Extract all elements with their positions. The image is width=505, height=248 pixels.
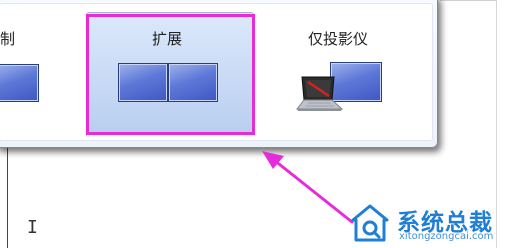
selection-highlight-box xyxy=(86,14,255,135)
page-edge-top xyxy=(440,0,497,1)
page-edge xyxy=(496,0,497,248)
document-edge xyxy=(7,148,8,248)
laptop-off-icon xyxy=(296,76,344,111)
option-projector-only-label: 仅投影仪 xyxy=(308,31,369,48)
option-duplicate-label: 制 xyxy=(0,31,16,48)
duplicate-monitor-icon xyxy=(0,64,39,102)
watermark-logo-icon xyxy=(351,204,389,242)
watermark-url: xitongzongcai.com xyxy=(399,231,494,242)
text-cursor-icon: I xyxy=(27,217,38,238)
